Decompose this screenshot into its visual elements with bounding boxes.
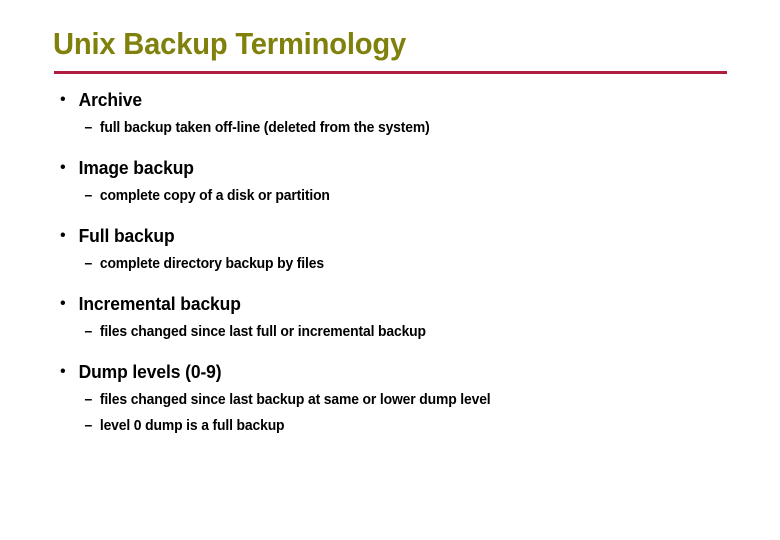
bullet-item-full-backup: • Full backup [0,222,757,250]
bullet-dash-icon: – [84,418,93,434]
subbullet-label: complete copy of a disk or partition [99,188,330,204]
subbullet-item: – level 0 dump is a full backup [0,415,749,438]
subbullet-label: files changed since last full or increme… [99,324,426,340]
bullet-dash-icon: – [84,392,93,408]
bullet-dot-icon: • [60,295,66,312]
outline-group: • Image backup – complete copy of a disk… [0,154,780,208]
bullet-item-archive: • Archive [0,86,757,114]
subbullet-label: files changed since last backup at same … [99,392,491,408]
subbullet-item: – files changed since last full or incre… [0,321,749,344]
subbullet-label: complete directory backup by files [99,256,324,272]
subbullet-item: – complete directory backup by files [0,253,749,276]
bullet-dash-icon: – [84,188,93,204]
bullet-label: Full backup [78,226,175,246]
bullet-label: Incremental backup [78,294,241,314]
subbullet-item: – complete copy of a disk or partition [0,185,749,208]
outline-group: • Incremental backup – files changed sin… [0,290,780,344]
subbullet-label: full backup taken off-line (deleted from… [99,120,430,136]
subbullet-item: – full backup taken off-line (deleted fr… [0,117,749,140]
bullet-label: Archive [78,90,142,110]
outline-group: • Full backup – complete directory backu… [0,222,780,276]
bullet-item-dump-levels: • Dump levels (0-9) [0,358,757,386]
subbullet-label: level 0 dump is a full backup [99,418,285,434]
page-title: Unix Backup Terminology [53,26,406,61]
bullet-dot-icon: • [60,159,66,176]
bullet-item-incremental-backup: • Incremental backup [0,290,757,318]
content-outline: • Archive – full backup taken off-line (… [0,86,780,438]
slide-canvas: Unix Backup Terminology • Archive – full… [0,0,780,540]
subbullet-item: – files changed since last backup at sam… [0,389,749,412]
bullet-dot-icon: • [60,227,66,244]
bullet-dash-icon: – [84,324,93,340]
title-divider-rule [54,71,727,74]
bullet-label: Image backup [78,158,194,178]
bullet-dash-icon: – [84,120,93,136]
bullet-dot-icon: • [60,363,66,380]
outline-group: • Archive – full backup taken off-line (… [0,86,780,140]
bullet-dot-icon: • [60,91,66,108]
bullet-dash-icon: – [84,256,93,272]
bullet-item-image-backup: • Image backup [0,154,757,182]
bullet-label: Dump levels (0-9) [78,362,222,382]
outline-group: • Dump levels (0-9) – files changed sinc… [0,358,780,438]
